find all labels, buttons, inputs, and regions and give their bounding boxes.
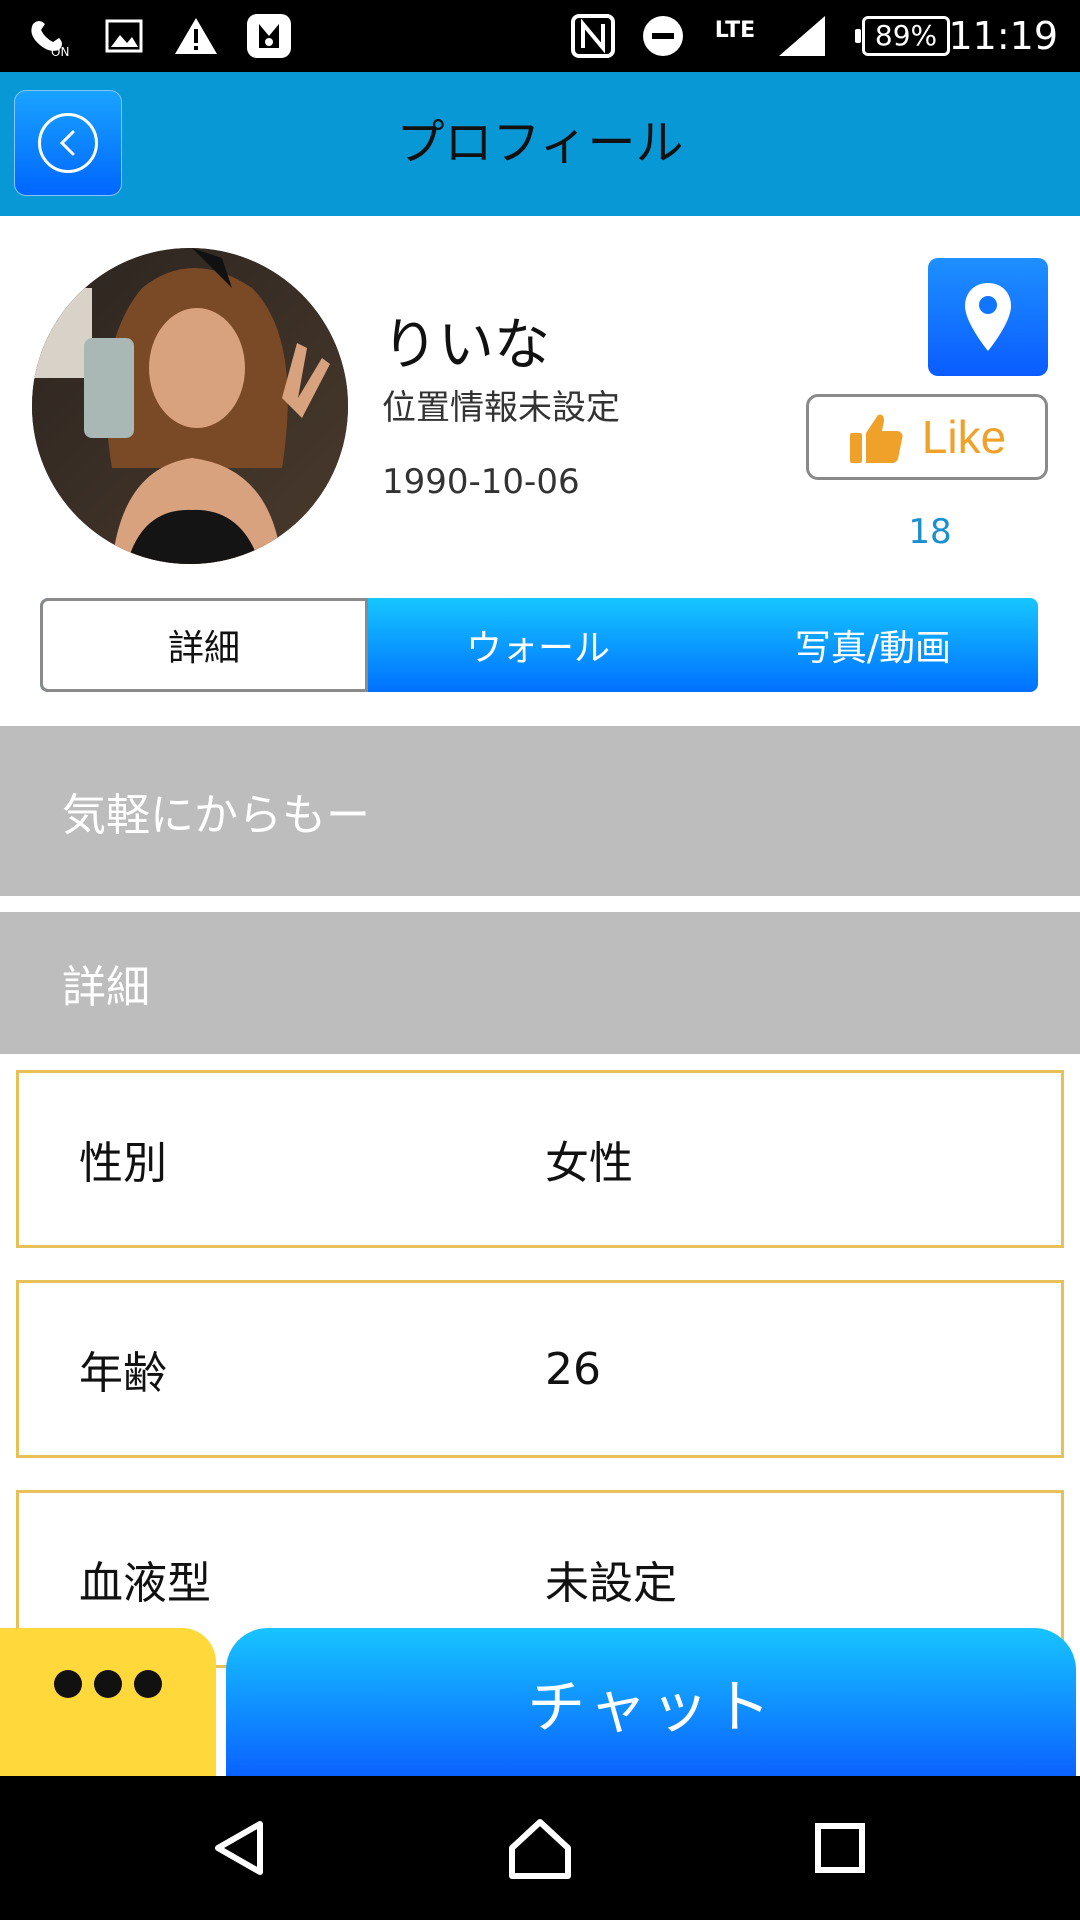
profile-name: りいな: [382, 313, 550, 378]
bio-text: 気軽にからもー: [0, 726, 1080, 896]
detail-row-age: 年齢 26: [16, 1280, 1064, 1458]
tab-photos-videos[interactable]: 写真/動画: [708, 598, 1038, 692]
signal-icon: [776, 14, 828, 58]
nav-home-icon[interactable]: [500, 1808, 580, 1888]
more-dots-icon: [94, 1670, 122, 1698]
tab-wall[interactable]: ウォール: [368, 598, 708, 692]
clock: 11:19: [948, 14, 1058, 58]
like-label: Like: [921, 411, 1007, 463]
map-pin-icon: [965, 283, 1011, 351]
app-icon: [244, 14, 294, 58]
tab-detail[interactable]: 詳細: [40, 598, 368, 692]
like-count: 18: [908, 512, 952, 552]
status-bar: ON LTE 89% 11:19: [0, 0, 1080, 72]
profile-location: 位置情報未設定: [382, 388, 620, 428]
row-value: 26: [545, 1343, 601, 1395]
nav-recents-icon[interactable]: [800, 1808, 880, 1888]
page-title: プロフィール: [396, 115, 684, 171]
location-button[interactable]: [928, 258, 1048, 376]
warning-icon: [172, 14, 220, 58]
chat-button[interactable]: チャット: [226, 1628, 1076, 1776]
detail-section-title: 詳細: [0, 912, 1080, 1054]
network-type: LTE: [714, 17, 756, 43]
image-icon: [104, 14, 144, 58]
nfc-icon: [568, 14, 618, 58]
do-not-disturb-icon: [640, 14, 686, 58]
nav-back-icon[interactable]: [200, 1808, 280, 1888]
avatar[interactable]: [32, 248, 348, 564]
svg-text:ON: ON: [51, 45, 69, 58]
wifi-calling-icon: ON: [26, 14, 76, 58]
row-label: 性別: [79, 1138, 167, 1189]
more-dots-icon: [54, 1670, 82, 1698]
more-button[interactable]: [0, 1628, 216, 1776]
detail-row-gender: 性別 女性: [16, 1070, 1064, 1248]
like-button[interactable]: Like: [806, 394, 1048, 480]
profile-birthdate: 1990-10-06: [382, 462, 580, 502]
more-dots-icon: [134, 1670, 162, 1698]
thumbs-up-icon: [849, 414, 903, 463]
battery-icon: 89%: [855, 16, 950, 56]
row-label: 年齢: [79, 1348, 167, 1399]
row-value: 女性: [545, 1138, 633, 1189]
battery-level: 89%: [874, 19, 938, 52]
